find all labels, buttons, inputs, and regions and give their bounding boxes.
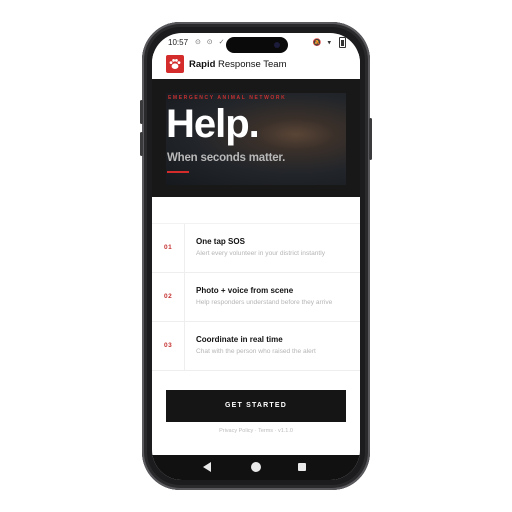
status-bar: 10:57 ⊙ ⊙ ✓ 🔕 ▾ <box>152 33 360 53</box>
wifi-icon: ▾ <box>327 39 334 47</box>
feature-number: 02 <box>164 293 173 300</box>
volume-down-button <box>140 132 143 156</box>
system-nav-bar <box>152 455 360 480</box>
hero-banner: EMERGENCY ANIMAL NETWORK Help. When seco… <box>152 79 360 197</box>
feature-title: Photo + voice from scene <box>196 286 294 295</box>
battery-icon <box>339 37 346 48</box>
notification-icons: ⊙ ⊙ ✓ <box>195 39 227 46</box>
paw-icon <box>169 59 181 69</box>
get-started-button[interactable]: GET STARTED <box>166 390 346 422</box>
feature-title: Coordinate in real time <box>196 335 283 344</box>
app-bar: Rapid Response Team <box>152 53 360 79</box>
feature-item: 01 One tap SOS Alert every volunteer in … <box>152 223 360 273</box>
feature-description: Help responders understand before they a… <box>196 299 333 306</box>
feature-divider <box>184 322 185 370</box>
app-title-rest: Response Team <box>215 59 287 70</box>
hero-subtitle: When seconds matter. <box>167 152 286 164</box>
status-icons: 🔕 ▾ <box>313 37 346 48</box>
feature-divider <box>184 273 185 321</box>
feature-item: 03 Coordinate in real time Chat with the… <box>152 322 360 371</box>
app-logo <box>166 55 184 73</box>
feature-description: Chat with the person who raised the aler… <box>196 348 316 355</box>
feature-description: Alert every volunteer in your district i… <box>196 250 325 257</box>
hero-title: Help. <box>166 102 260 146</box>
volume-up-button <box>140 100 143 124</box>
home-icon[interactable] <box>251 462 261 472</box>
footer-links[interactable]: Privacy Policy · Terms · v1.1.0 <box>152 428 360 434</box>
feature-number: 03 <box>164 342 173 349</box>
feature-title: One tap SOS <box>196 237 245 246</box>
hero-accent-rule <box>167 171 189 173</box>
feature-item: 02 Photo + voice from scene Help respond… <box>152 273 360 322</box>
camera-icon <box>274 42 280 48</box>
mute-icon: 🔕 <box>312 39 324 47</box>
recent-apps-icon[interactable] <box>298 463 306 471</box>
phone-screen: 10:57 ⊙ ⊙ ✓ 🔕 ▾ Rapid Response Team EMER… <box>152 33 360 480</box>
status-time: 10:57 <box>168 38 189 47</box>
back-icon[interactable] <box>203 462 211 472</box>
feature-number: 01 <box>164 244 173 251</box>
app-title-bold: Rapid <box>189 59 216 70</box>
power-button <box>369 118 372 160</box>
app-title: Rapid Response Team <box>189 59 287 70</box>
dynamic-island <box>226 37 288 53</box>
hero-eyebrow: EMERGENCY ANIMAL NETWORK <box>168 95 287 101</box>
feature-list: 01 One tap SOS Alert every volunteer in … <box>152 223 360 371</box>
feature-divider <box>184 224 185 272</box>
